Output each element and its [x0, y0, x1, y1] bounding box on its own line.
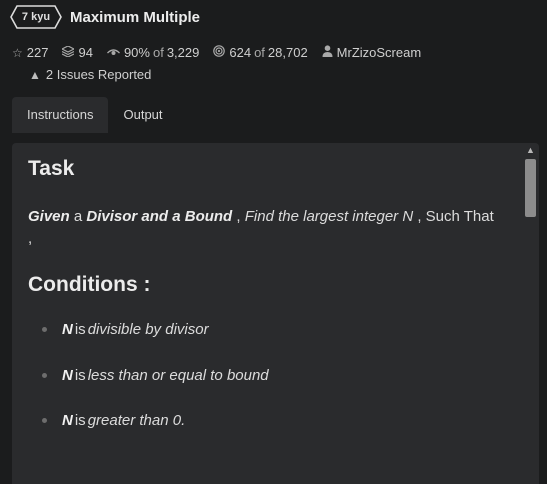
list-item: N is less than or equal to bound — [42, 367, 269, 384]
user-icon — [322, 45, 333, 60]
satisfaction-percent: 90% — [123, 45, 150, 60]
bullet-icon — [42, 418, 47, 423]
tab-output[interactable]: Output — [108, 97, 177, 133]
kata-stats: ☆ 227 94 90% of 3,229 624 of 28,702 MrZi… — [12, 44, 435, 60]
star-icon: ☆ — [12, 45, 23, 60]
tab-instructions[interactable]: Instructions — [12, 97, 109, 133]
rank-label: 7 kyu — [21, 11, 51, 23]
issues-reported[interactable]: ▲ 2 Issues Reported — [29, 67, 152, 82]
list-item: N is greater than 0. — [42, 412, 185, 429]
task-description: Given a Divisor and a Bound , Find the l… — [28, 206, 508, 250]
given-bold-2: Divisor and a Bound — [86, 208, 233, 225]
issues-label[interactable]: 2 Issues Reported — [46, 67, 152, 82]
attempts-count: 28,702 — [267, 45, 308, 60]
author-name[interactable]: MrZizoScream — [337, 45, 422, 60]
chevron-up-icon[interactable]: ▲ — [522, 143, 539, 157]
rank-badge: 7 kyu — [10, 5, 62, 29]
satisfaction-votes: 3,229 — [166, 45, 200, 60]
collections-stat[interactable]: 94 — [61, 44, 93, 60]
stack-icon — [61, 44, 76, 60]
given-italic-1: Find the largest integer N — [244, 208, 414, 225]
bullet-icon — [42, 373, 47, 378]
condition-bold: N — [62, 321, 73, 338]
condition-plain: is — [74, 412, 86, 429]
scrollbar-thumb[interactable] — [525, 159, 536, 217]
stars-stat[interactable]: ☆ 227 — [12, 45, 48, 60]
given-bold-1: Given — [28, 208, 70, 225]
given-plain-1: a — [69, 208, 87, 225]
warning-icon: ▲ — [29, 67, 41, 82]
condition-bold: N — [62, 412, 73, 429]
condition-italic: greater than 0. — [87, 412, 186, 429]
kata-header: 7 kyu Maximum Multiple — [10, 5, 200, 29]
completed-of: of — [254, 45, 265, 60]
condition-italic: divisible by divisor — [87, 321, 209, 338]
kata-page: 7 kyu Maximum Multiple ☆ 227 94 90% of 3… — [0, 0, 547, 484]
instructions-panel: Task Given a Divisor and a Bound , Find … — [12, 143, 539, 484]
given-plain-4: , — [28, 230, 33, 247]
conditions-heading: Conditions : — [28, 273, 151, 296]
tab-bar: Instructions Output — [12, 97, 178, 133]
bullet-icon — [42, 327, 47, 332]
condition-italic: less than or equal to bound — [87, 367, 269, 384]
collections-count: 94 — [78, 45, 93, 60]
condition-bold: N — [62, 367, 73, 384]
condition-plain: is — [74, 321, 86, 338]
eye-icon — [106, 46, 120, 60]
condition-plain: is — [74, 367, 86, 384]
given-plain-3: , Such That — [413, 208, 494, 225]
stars-count: 227 — [26, 45, 49, 60]
vertical-scrollbar[interactable]: ▲ — [522, 143, 539, 484]
kata-title: Maximum Multiple — [70, 8, 201, 26]
list-item: N is divisible by divisor — [42, 321, 209, 338]
author-stat[interactable]: MrZizoScream — [322, 45, 422, 60]
completed-stat: 624 of 28,702 — [213, 45, 308, 60]
given-plain-2: , — [232, 208, 245, 225]
target-icon — [213, 45, 226, 60]
task-heading: Task — [28, 157, 75, 180]
completed-count: 624 — [229, 45, 252, 60]
satisfaction-of: of — [152, 45, 164, 60]
satisfaction-stat: 90% of 3,229 — [106, 45, 200, 60]
